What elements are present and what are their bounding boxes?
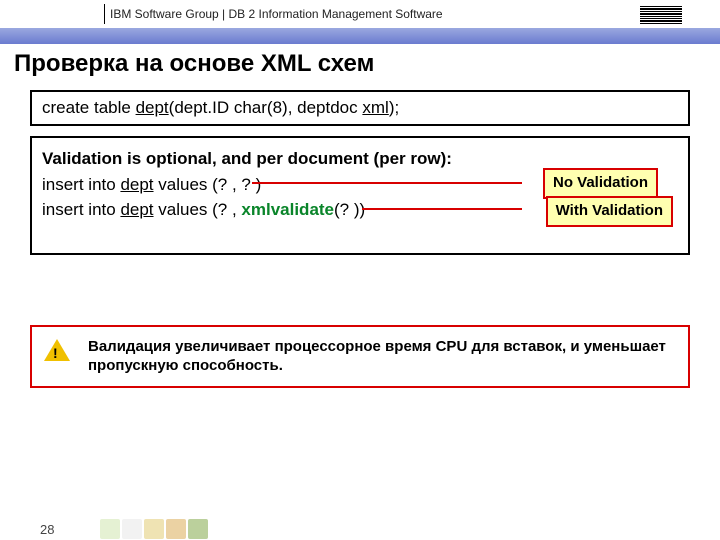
footer: 28 (0, 518, 720, 540)
text: dept (120, 175, 153, 194)
text: insert into (42, 200, 120, 219)
connector-line-icon (362, 208, 522, 210)
text: dept (120, 200, 153, 219)
page-number: 28 (0, 522, 100, 537)
text: create table (42, 98, 136, 117)
text: (dept.ID char(8), deptdoc (169, 98, 363, 117)
ibm-logo-icon (640, 6, 682, 22)
slide-title: Проверка на основе XML схем (0, 44, 720, 84)
text: insert into (42, 175, 120, 194)
header-bar: IBM Software Group | DB 2 Information Ma… (0, 0, 720, 28)
no-validation-callout: No Validation (543, 168, 658, 199)
header-divider (104, 4, 105, 24)
warning-box: Валидация увеличивает процессорное время… (30, 325, 690, 388)
header-blue-bar (0, 28, 720, 44)
text: xml (362, 98, 388, 117)
sql-create-box: create table dept(dept.ID char(8), deptd… (30, 90, 690, 126)
connector-line-icon (252, 182, 522, 184)
text: ); (389, 98, 399, 117)
xmlvalidate-keyword: xmlvalidate (241, 200, 334, 219)
warning-text: Валидация увеличивает процессорное время… (88, 338, 666, 375)
text: values (? , ? ) (154, 175, 262, 194)
with-validation-callout: With Validation (546, 196, 673, 227)
footer-decoration-icon (100, 519, 208, 539)
text: dept (136, 98, 169, 117)
warning-triangle-icon (44, 339, 70, 361)
text: values (? , (154, 200, 242, 219)
validation-box: Validation is optional, and per document… (30, 136, 690, 255)
header-breadcrumb: IBM Software Group | DB 2 Information Ma… (110, 7, 443, 21)
text: (? )) (334, 200, 365, 219)
